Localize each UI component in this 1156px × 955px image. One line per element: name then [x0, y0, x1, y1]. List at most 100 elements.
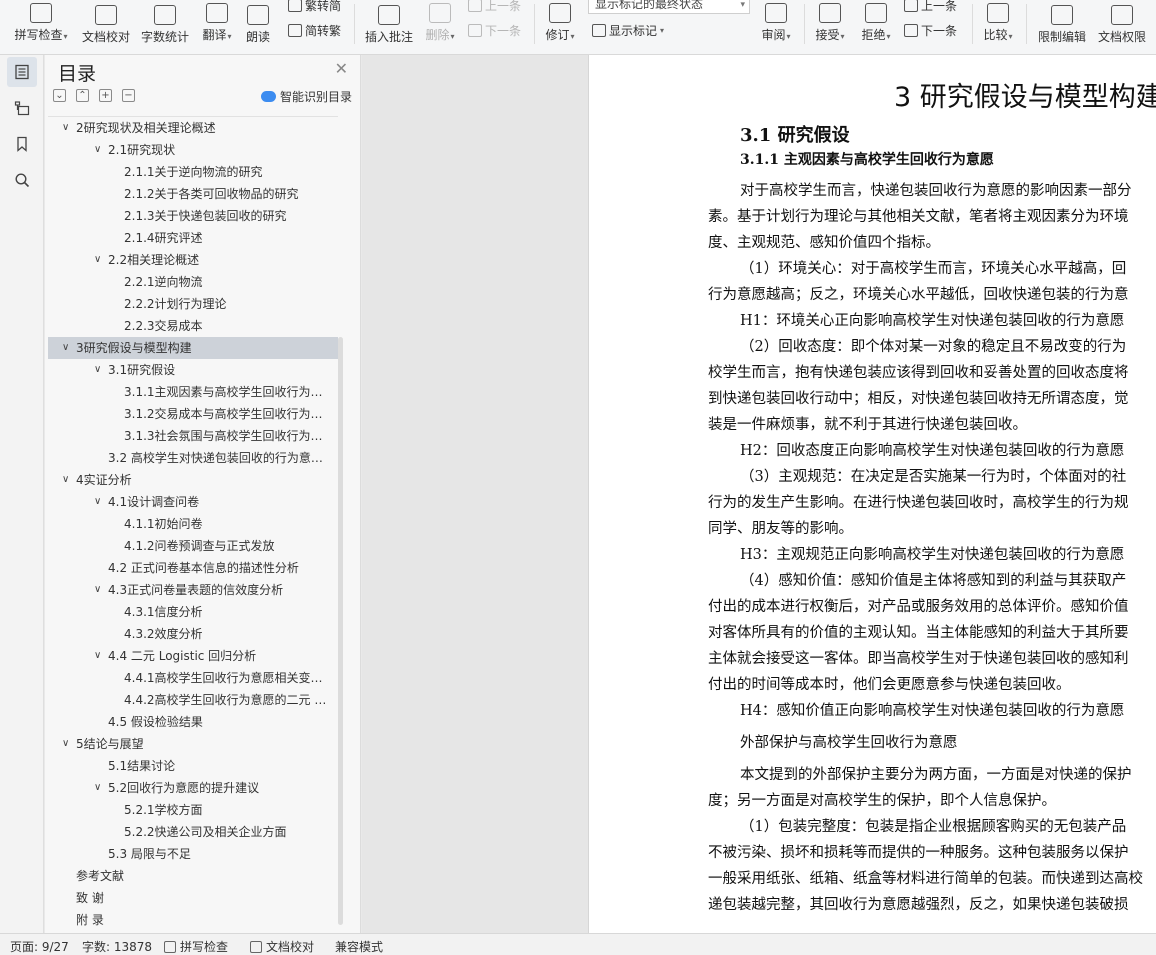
trad-to-simp-button[interactable]: 繁转简 — [288, 0, 341, 14]
show-markup-button[interactable]: 显示标记 ▾ — [592, 22, 664, 39]
doc-rights-button[interactable]: 文档权限 — [1096, 0, 1148, 44]
toc-item[interactable]: ∨ 2研究现状及相关理论概述 — [48, 117, 338, 139]
proofread-status[interactable]: 文档校对 — [250, 938, 314, 955]
word-count-button[interactable]: 字数统计 — [139, 0, 191, 44]
find-button[interactable] — [7, 165, 37, 195]
chevron-down-icon[interactable]: ∨ — [62, 469, 69, 491]
toc-item[interactable]: 4.3.1信度分析 — [48, 601, 338, 623]
toc-item[interactable]: 4.1.1初始问卷 — [48, 513, 338, 535]
page-indicator[interactable]: 页面: 9/27 — [10, 938, 69, 955]
bookmark-button[interactable] — [7, 129, 37, 159]
word-count-indicator[interactable]: 字数: 13878 — [82, 938, 152, 955]
doc-proofread-button[interactable]: 文档校对 — [80, 0, 132, 44]
toc-item[interactable]: 3.1.2交易成本与高校学生回收行为意愿 — [48, 403, 338, 425]
translate-button[interactable]: 翻译▾ — [197, 0, 237, 44]
toc-item[interactable]: ∨ 4.1设计调查问卷 — [48, 491, 338, 513]
next-change-icon — [904, 24, 918, 37]
accept-button[interactable]: 接受▾ — [812, 0, 848, 44]
chevron-down-icon[interactable]: ∨ — [94, 579, 101, 601]
toc-item[interactable]: ∨ 3.1研究假设 — [48, 359, 338, 381]
chevron-down-icon[interactable]: ∨ — [94, 645, 101, 667]
toc-item[interactable]: 4.4.2高校学生回收行为意愿的二元 Logistic 回归 — [48, 689, 338, 711]
restrict-edit-button[interactable]: 限制编辑 — [1036, 0, 1088, 44]
chevron-down-icon[interactable]: ∨ — [94, 249, 101, 271]
toc-item[interactable]: 致 谢 — [48, 887, 338, 909]
next-comment-button[interactable]: 下一条 — [468, 22, 521, 39]
chevron-down-icon[interactable]: ∨ — [62, 337, 69, 359]
toc-item-label: 4.3正式问卷量表题的信效度分析 — [108, 583, 284, 597]
toc-item[interactable]: 附 录 — [48, 909, 338, 928]
revision-button[interactable]: 修订▾ — [542, 0, 578, 44]
prev-change-icon — [904, 0, 918, 12]
toc-item[interactable]: 2.2.2计划行为理论 — [48, 293, 338, 315]
spellcheck-button[interactable]: 拼写检查▾ — [10, 0, 72, 44]
toc-item-label: 3研究假设与模型构建 — [76, 341, 192, 355]
chevron-down-icon[interactable]: ∨ — [62, 733, 69, 755]
toc-item[interactable]: 3.1.3社会氛围与高校学生回收行为意愿 — [48, 425, 338, 447]
toc-item-label: 4实证分析 — [76, 473, 132, 487]
insert-comment-button[interactable]: 插入批注 — [364, 0, 414, 44]
toc-item[interactable]: ∨ 4实证分析 — [48, 469, 338, 491]
collapse-all-icon[interactable]: ⌃ — [76, 89, 89, 102]
reject-button[interactable]: 拒绝▾ — [858, 0, 894, 44]
toc-item[interactable]: 4.5 假设检验结果 — [48, 711, 338, 733]
smart-toc-button[interactable]: 智能识别目录 — [260, 88, 352, 105]
toc-item[interactable]: ∨ 4.4 二元 Logistic 回归分析 — [48, 645, 338, 667]
body-text-line: 度、主观规范、感知价值四个指标。 — [708, 235, 940, 251]
toc-item[interactable]: 参考文献 — [48, 865, 338, 887]
prev-comment-button[interactable]: 上一条 — [468, 0, 521, 14]
toc-item[interactable]: 4.1.2问卷预调查与正式发放 — [48, 535, 338, 557]
toc-item[interactable]: 2.1.1关于逆向物流的研究 — [48, 161, 338, 183]
toc-item[interactable]: 2.2.3交易成本 — [48, 315, 338, 337]
toc-scrollbar[interactable] — [338, 337, 343, 925]
chevron-down-icon[interactable]: ∨ — [62, 117, 69, 139]
chevron-down-icon[interactable]: ∨ — [94, 491, 101, 513]
body-text-line: H3：主观规范正向影响高校学生对快递包装回收的行为意愿 — [740, 547, 1125, 563]
toc-item[interactable]: 5.2.2快递公司及相关企业方面 — [48, 821, 338, 843]
toc-item-label: 4.3.2效度分析 — [124, 627, 203, 641]
read-aloud-icon — [247, 5, 269, 25]
toc-icon — [15, 64, 29, 80]
toc-item[interactable]: 5.1结果讨论 — [48, 755, 338, 777]
toc-item[interactable]: 5.2.1学校方面 — [48, 799, 338, 821]
spellcheck-status[interactable]: 拼写检查 — [164, 938, 228, 955]
chevron-down-icon[interactable]: ∨ — [94, 139, 101, 161]
close-icon[interactable]: ✕ — [335, 59, 348, 78]
toc-item[interactable]: 2.1.3关于快递包装回收的研究 — [48, 205, 338, 227]
toc-item-label: 3.1.2交易成本与高校学生回收行为意愿 — [124, 407, 330, 421]
read-aloud-button[interactable]: 朗读 — [242, 0, 274, 44]
toc-item-label: 2.2相关理论概述 — [108, 253, 200, 267]
toc-item[interactable]: 2.1.4研究评述 — [48, 227, 338, 249]
toc-item[interactable]: 4.3.2效度分析 — [48, 623, 338, 645]
toc-item[interactable]: ∨ 3研究假设与模型构建 — [48, 337, 338, 359]
expand-all-icon[interactable]: ⌄ — [53, 89, 66, 102]
simp-to-trad-button[interactable]: 简转繁 — [288, 22, 341, 39]
toc-item[interactable]: ∨ 2.1研究现状 — [48, 139, 338, 161]
toc-item[interactable]: ∨ 5结论与展望 — [48, 733, 338, 755]
compare-button[interactable]: 比较▾ — [980, 0, 1016, 44]
navigation-pane-button[interactable] — [7, 93, 37, 123]
prev-change-button[interactable]: 上一条 — [904, 0, 957, 14]
toc-panel-button[interactable] — [7, 57, 37, 87]
toc-item[interactable]: 3.1.1主观因素与高校学生回收行为意愿 — [48, 381, 338, 403]
body-text-line: H4：感知价值正向影响高校学生对快递包装回收的行为意愿 — [740, 703, 1125, 719]
toc-item[interactable]: 2.2.1逆向物流 — [48, 271, 338, 293]
delete-comment-button[interactable]: 删除▾ — [422, 0, 458, 44]
toc-item[interactable]: 4.4.1高校学生回收行为意愿相关变量分析 — [48, 667, 338, 689]
toc-item[interactable]: ∨ 5.2回收行为意愿的提升建议 — [48, 777, 338, 799]
add-heading-icon[interactable]: + — [99, 89, 112, 102]
remove-heading-icon[interactable]: − — [122, 89, 135, 102]
review-button[interactable]: 审阅▾ — [758, 0, 794, 44]
toc-item[interactable]: 2.1.2关于各类可回收物品的研究 — [48, 183, 338, 205]
next-change-button[interactable]: 下一条 — [904, 22, 957, 39]
toc-item[interactable]: 5.3 局限与不足 — [48, 843, 338, 865]
toc-item[interactable]: ∨ 2.2相关理论概述 — [48, 249, 338, 271]
document-page[interactable]: 3 研究假设与模型构建 3.1 研究假设 3.1.1 主观因素与高校学生回收行为… — [588, 55, 1156, 933]
toc-item[interactable]: 4.2 正式问卷基本信息的描述性分析 — [48, 557, 338, 579]
toc-item-label: 3.1研究假设 — [108, 363, 176, 377]
chevron-down-icon[interactable]: ∨ — [94, 359, 101, 381]
toc-item[interactable]: 3.2 高校学生对快递包装回收的行为意愿模型构建 — [48, 447, 338, 469]
toc-item[interactable]: ∨ 4.3正式问卷量表题的信效度分析 — [48, 579, 338, 601]
markup-mode-select[interactable]: 显示标记的最终状态 ▾ — [588, 0, 750, 14]
chevron-down-icon[interactable]: ∨ — [94, 777, 101, 799]
